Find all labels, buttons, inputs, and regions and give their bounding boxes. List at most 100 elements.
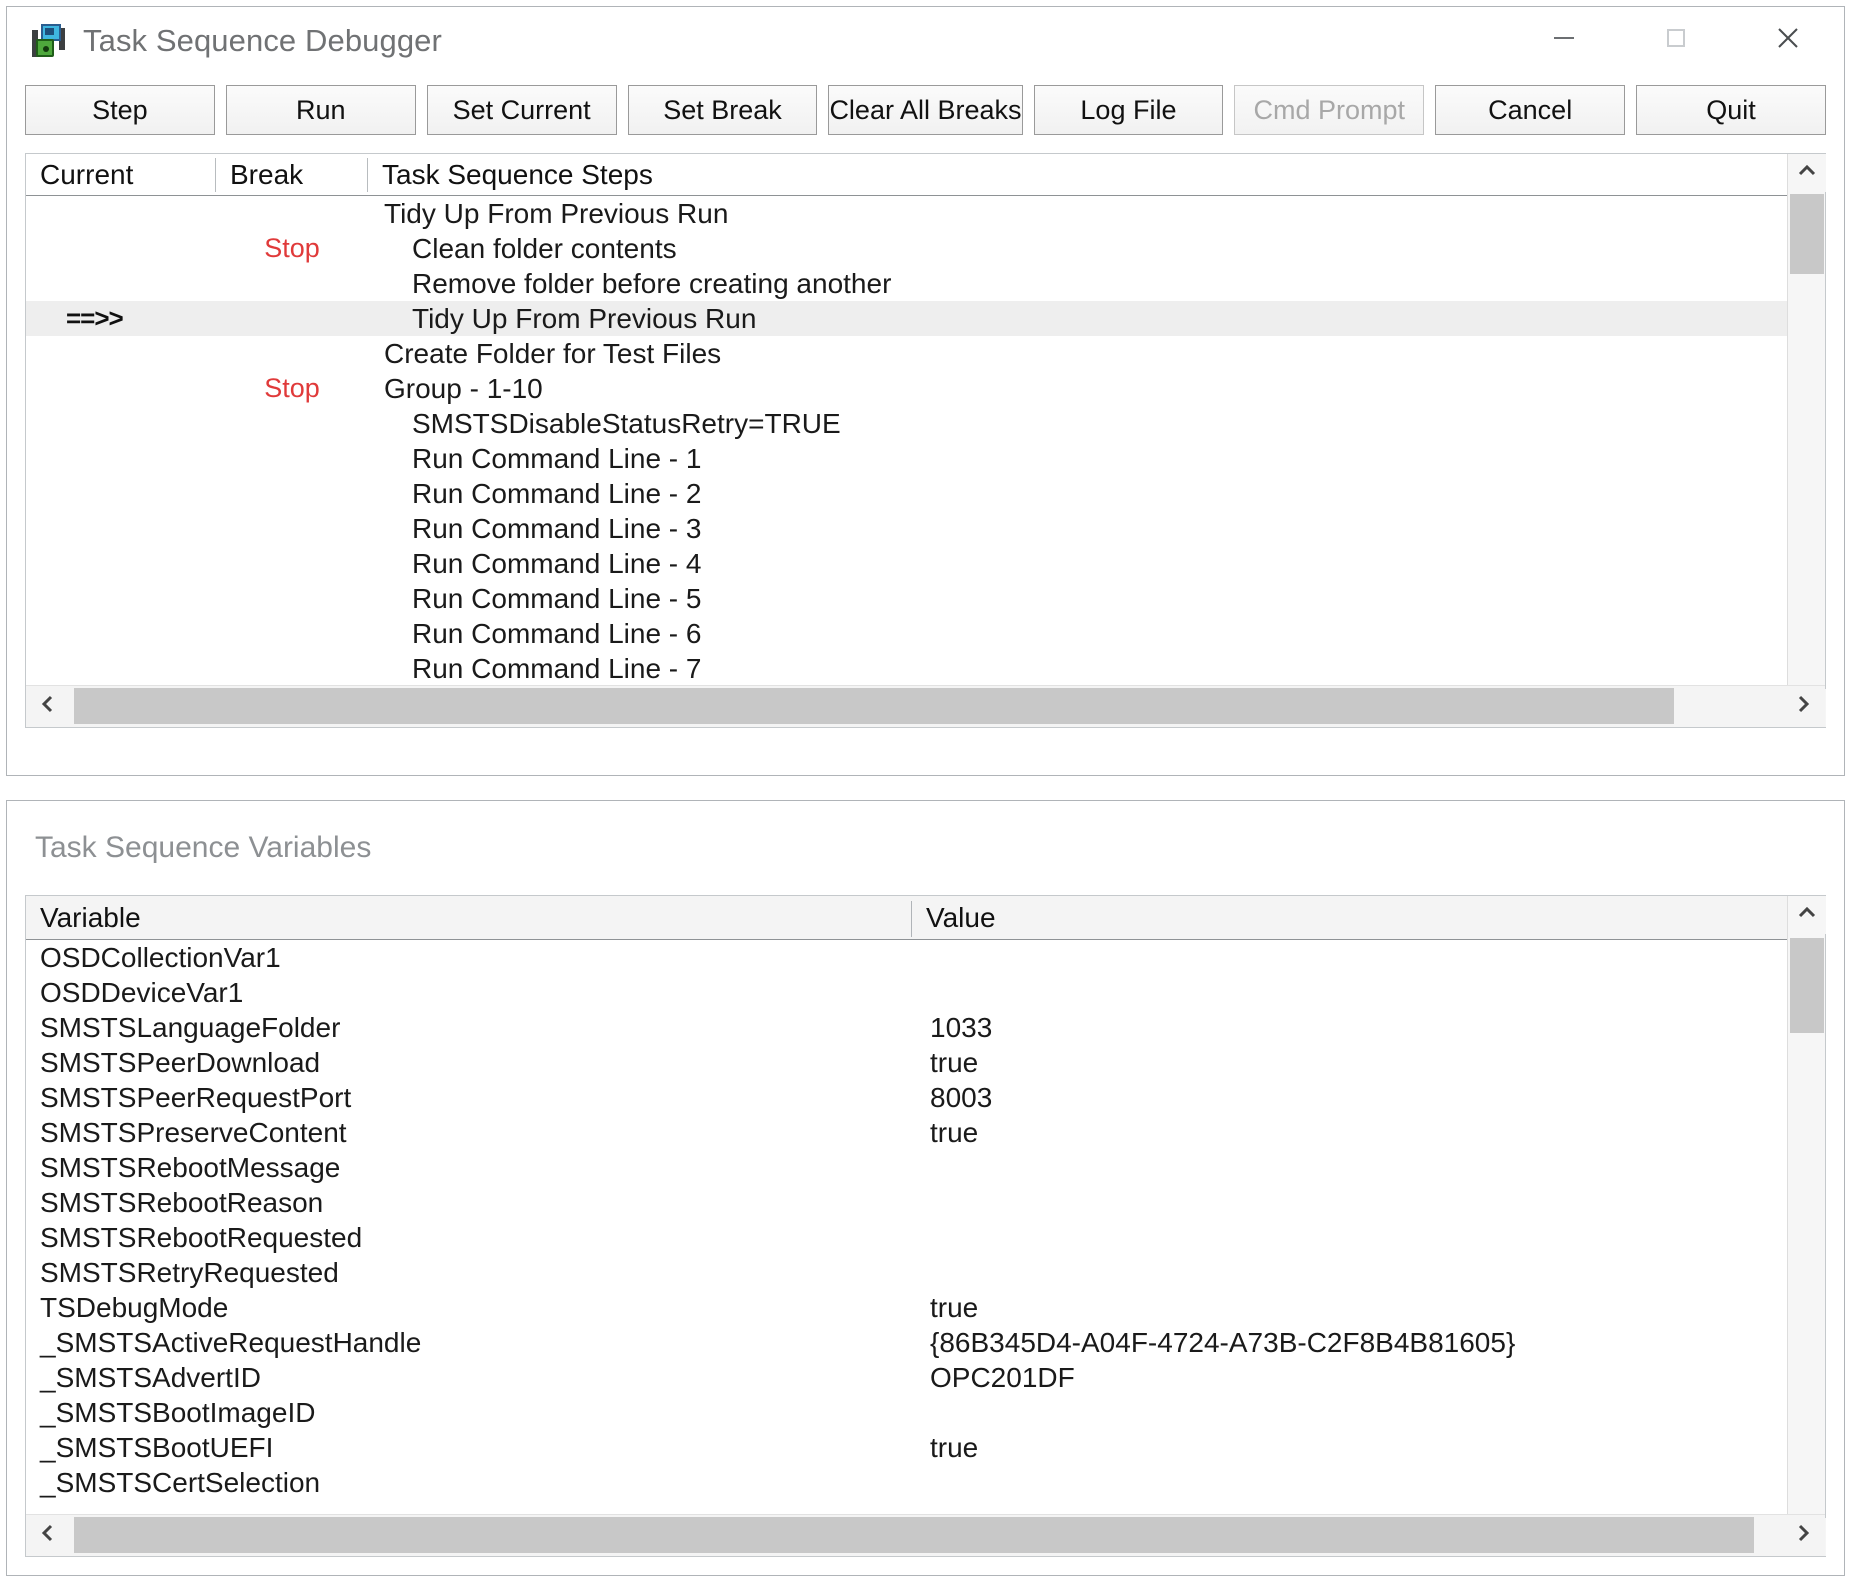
variable-name: _SMSTSBootImageID bbox=[26, 1397, 912, 1429]
toolbar-button-log-file[interactable]: Log File bbox=[1034, 85, 1224, 135]
variable-row[interactable]: _SMSTSBootUEFItrue bbox=[26, 1430, 1825, 1465]
step-name: Run Command Line - 3 bbox=[368, 513, 1825, 545]
variables-scroll-thumb[interactable] bbox=[1790, 938, 1824, 1033]
minimize-button[interactable] bbox=[1508, 7, 1620, 69]
variable-row[interactable]: SMSTSPeerDownloadtrue bbox=[26, 1045, 1825, 1080]
variable-row[interactable]: SMSTSPreserveContenttrue bbox=[26, 1115, 1825, 1150]
step-row[interactable]: Run Command Line - 7 bbox=[26, 651, 1825, 686]
chevron-left-icon bbox=[36, 692, 60, 721]
step-name: Group - 1-10 bbox=[368, 373, 1825, 405]
variable-name: SMSTSRebootMessage bbox=[26, 1152, 912, 1184]
variable-name: _SMSTSAdvertID bbox=[26, 1362, 912, 1394]
toolbar-button-cmd-prompt: Cmd Prompt bbox=[1234, 85, 1424, 135]
minimize-icon bbox=[1549, 23, 1579, 53]
variable-name: OSDDeviceVar1 bbox=[26, 977, 912, 1009]
step-name: Run Command Line - 4 bbox=[368, 548, 1825, 580]
variable-row[interactable]: _SMSTSBootImageID bbox=[26, 1395, 1825, 1430]
variable-name: SMSTSRebootReason bbox=[26, 1187, 912, 1219]
steps-vertical-scrollbar[interactable] bbox=[1787, 154, 1825, 727]
step-row[interactable]: Remove folder before creating another bbox=[26, 266, 1825, 301]
variables-scroll-left-button[interactable] bbox=[26, 1515, 70, 1557]
step-row[interactable]: Run Command Line - 3 bbox=[26, 511, 1825, 546]
step-row[interactable]: ==>>Tidy Up From Previous Run bbox=[26, 301, 1825, 336]
step-row[interactable]: Run Command Line - 6 bbox=[26, 616, 1825, 651]
variable-name: TSDebugMode bbox=[26, 1292, 912, 1324]
maximize-button[interactable] bbox=[1620, 7, 1732, 69]
variable-row[interactable]: SMSTSRebootReason bbox=[26, 1185, 1825, 1220]
column-header-steps[interactable]: Task Sequence Steps bbox=[368, 156, 1825, 194]
steps-hscroll-track[interactable] bbox=[70, 686, 1781, 728]
close-button[interactable] bbox=[1732, 7, 1844, 69]
column-header-variable[interactable]: Variable bbox=[26, 898, 912, 939]
step-name: Clean folder contents bbox=[368, 233, 1825, 265]
steps-scroll-right-button[interactable] bbox=[1781, 686, 1825, 728]
toolbar-button-run[interactable]: Run bbox=[226, 85, 416, 135]
variable-row[interactable]: _SMSTSCertSelection bbox=[26, 1465, 1825, 1500]
steps-scroll-left-button[interactable] bbox=[26, 686, 70, 728]
variable-name: SMSTSRetryRequested bbox=[26, 1257, 912, 1289]
toolbar-button-clear-all-breaks[interactable]: Clear All Breaks bbox=[828, 85, 1022, 135]
variable-row[interactable]: SMSTSRebootMessage bbox=[26, 1150, 1825, 1185]
variable-name: SMSTSPeerRequestPort bbox=[26, 1082, 912, 1114]
toolbar-button-set-break[interactable]: Set Break bbox=[628, 85, 818, 135]
variable-name: SMSTSRebootRequested bbox=[26, 1222, 912, 1254]
variable-row[interactable]: SMSTSPeerRequestPort8003 bbox=[26, 1080, 1825, 1115]
toolbar-button-cancel[interactable]: Cancel bbox=[1435, 85, 1625, 135]
variables-horizontal-scrollbar[interactable] bbox=[26, 1514, 1825, 1556]
step-name: Tidy Up From Previous Run bbox=[368, 198, 1825, 230]
step-row[interactable]: Run Command Line - 1 bbox=[26, 441, 1825, 476]
variables-hscroll-thumb[interactable] bbox=[74, 1517, 1754, 1553]
steps-scroll-thumb[interactable] bbox=[1790, 194, 1824, 274]
variable-row[interactable]: _SMSTSAdvertIDOPC201DF bbox=[26, 1360, 1825, 1395]
step-row[interactable]: Create Folder for Test Files bbox=[26, 336, 1825, 371]
step-row[interactable]: SMSTSDisableStatusRetry=TRUE bbox=[26, 406, 1825, 441]
title-bar: Task Sequence Debugger bbox=[7, 7, 1844, 75]
variable-row[interactable]: SMSTSLanguageFolder1033 bbox=[26, 1010, 1825, 1045]
step-row[interactable]: Run Command Line - 5 bbox=[26, 581, 1825, 616]
variables-hscroll-track[interactable] bbox=[70, 1515, 1781, 1557]
steps-column-headers: Current Break Task Sequence Steps bbox=[26, 154, 1825, 196]
step-name: Remove folder before creating another bbox=[368, 268, 1825, 300]
task-sequence-debugger-window: Task Sequence Debugger StepRunSet Curren… bbox=[6, 6, 1845, 776]
step-break-marker: Stop bbox=[216, 233, 368, 264]
toolbar-button-set-current[interactable]: Set Current bbox=[427, 85, 617, 135]
steps-hscroll-thumb[interactable] bbox=[74, 688, 1674, 724]
chevron-up-icon bbox=[1795, 901, 1819, 930]
task-sequence-debugger-icon bbox=[31, 22, 69, 60]
variable-value: true bbox=[912, 1047, 1825, 1079]
column-header-break[interactable]: Break bbox=[216, 156, 368, 194]
step-current-marker: ==>> bbox=[26, 303, 216, 334]
chevron-right-icon bbox=[1791, 692, 1815, 721]
step-name: Run Command Line - 6 bbox=[368, 618, 1825, 650]
toolbar-button-step[interactable]: Step bbox=[25, 85, 215, 135]
variable-row[interactable]: SMSTSRetryRequested bbox=[26, 1255, 1825, 1290]
variable-row[interactable]: _SMSTSActiveRequestHandle{86B345D4-A04F-… bbox=[26, 1325, 1825, 1360]
toolbar-button-quit[interactable]: Quit bbox=[1636, 85, 1826, 135]
variable-name: SMSTSPeerDownload bbox=[26, 1047, 912, 1079]
step-row[interactable]: StopGroup - 1-10 bbox=[26, 371, 1825, 406]
step-row[interactable]: Tidy Up From Previous Run bbox=[26, 196, 1825, 231]
variable-row[interactable]: OSDDeviceVar1 bbox=[26, 975, 1825, 1010]
step-row[interactable]: Run Command Line - 2 bbox=[26, 476, 1825, 511]
column-header-current[interactable]: Current bbox=[26, 156, 216, 194]
close-icon bbox=[1771, 21, 1805, 55]
step-name: Run Command Line - 7 bbox=[368, 653, 1825, 685]
step-name: Run Command Line - 1 bbox=[368, 443, 1825, 475]
variable-row[interactable]: OSDCollectionVar1 bbox=[26, 940, 1825, 975]
variable-row[interactable]: TSDebugModetrue bbox=[26, 1290, 1825, 1325]
variables-vertical-scrollbar[interactable] bbox=[1787, 896, 1825, 1556]
variable-row[interactable]: SMSTSRebootRequested bbox=[26, 1220, 1825, 1255]
maximize-icon bbox=[1661, 23, 1691, 53]
variables-scroll-right-button[interactable] bbox=[1781, 1515, 1825, 1557]
steps-horizontal-scrollbar[interactable] bbox=[26, 685, 1825, 727]
step-row[interactable]: Run Command Line - 4 bbox=[26, 546, 1825, 581]
variable-name: OSDCollectionVar1 bbox=[26, 942, 912, 974]
chevron-left-icon bbox=[36, 1521, 60, 1550]
variables-scroll-up-button[interactable] bbox=[1788, 896, 1826, 934]
column-header-value[interactable]: Value bbox=[912, 898, 1825, 939]
steps-scroll-up-button[interactable] bbox=[1788, 154, 1826, 192]
step-name: Run Command Line - 5 bbox=[368, 583, 1825, 615]
step-name: Create Folder for Test Files bbox=[368, 338, 1825, 370]
variable-name: SMSTSLanguageFolder bbox=[26, 1012, 912, 1044]
step-row[interactable]: StopClean folder contents bbox=[26, 231, 1825, 266]
